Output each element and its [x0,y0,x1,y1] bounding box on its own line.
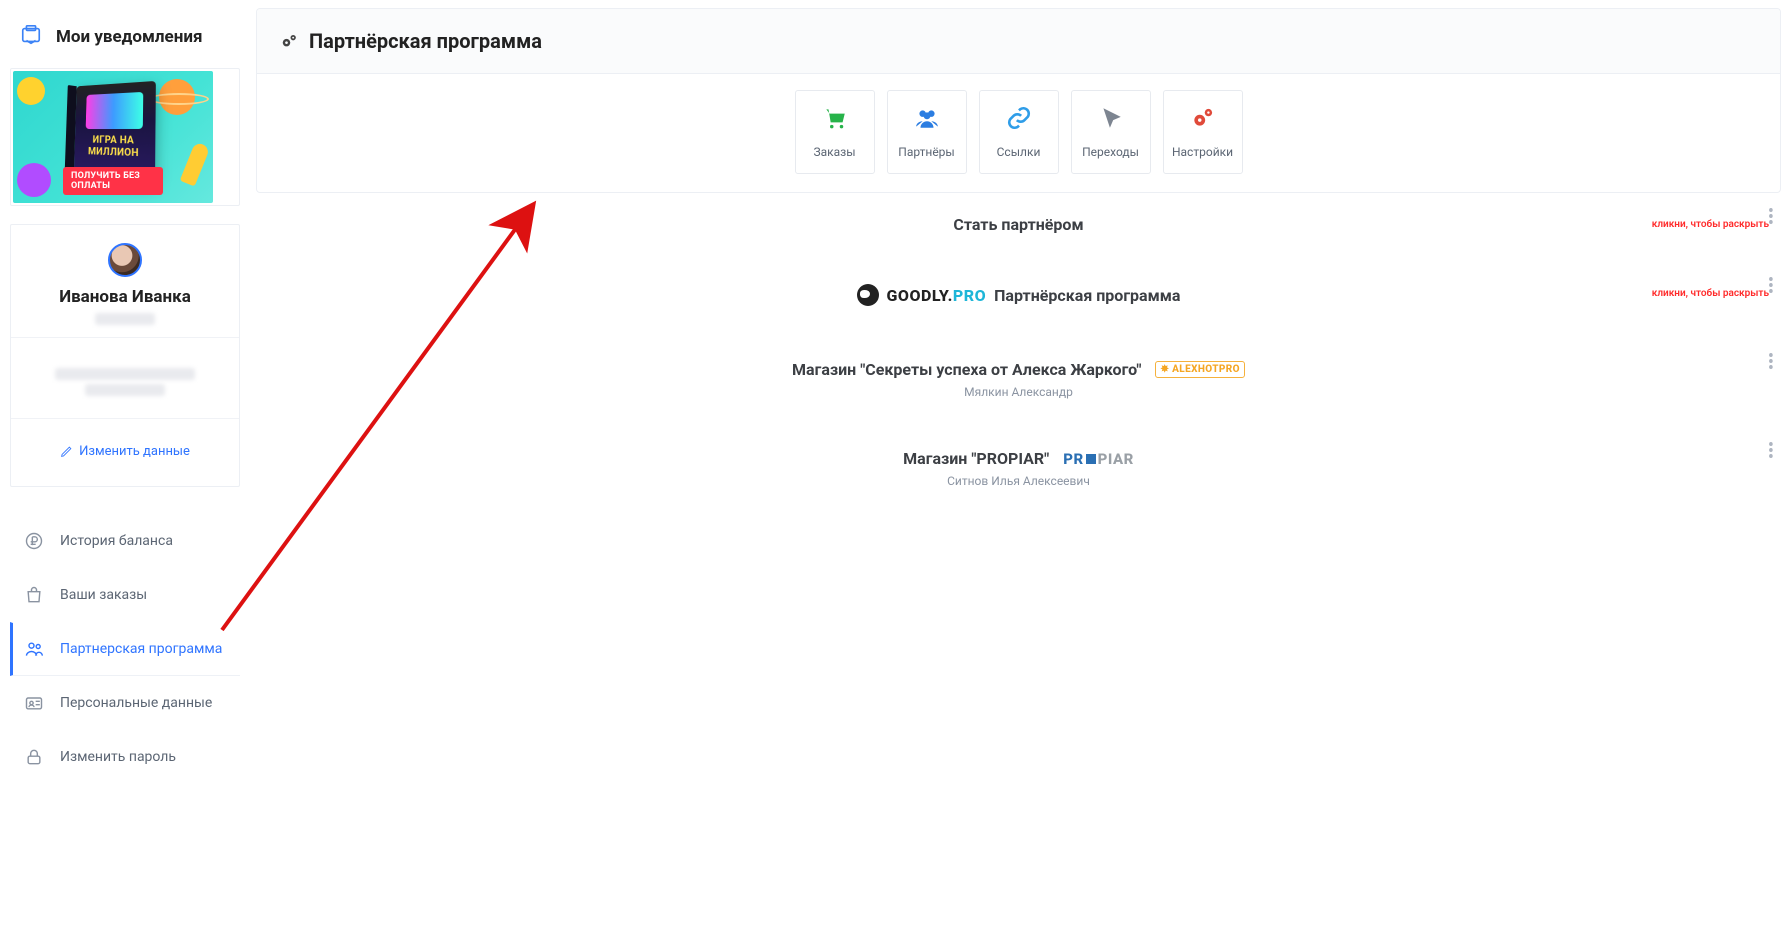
expand-hint: кликни, чтобы раскрыть [1652,288,1769,299]
sidebar: Мои уведомления ИГРА НА МИЛЛИОН ПОЛУЧИТЬ… [0,0,240,930]
tile-partners[interactable]: Партнёры [887,90,967,174]
section-propiar[interactable]: ••• Магазин "PROPIAR" PRPIAR Ситнов Илья… [256,427,1781,510]
tile-settings[interactable]: Настройки [1163,90,1243,174]
profile-card: Иванова Иванка Изменить данные [10,224,240,487]
gears-icon [279,31,299,51]
section-title: Стать партнёром [953,215,1083,234]
promo-cta-button[interactable]: ПОЛУЧИТЬ БЕЗ ОПЛАТЫ [63,167,163,195]
notifications-icon [20,24,42,50]
sidebar-item-label: Персональные данные [60,695,212,711]
section-subtitle: Мялкин Александр [286,385,1751,399]
link-icon [1006,105,1032,135]
sidebar-item-label: Партнерская программа [60,641,222,657]
section-title: GOODLY.PRO Партнёрская программа [857,284,1181,306]
profile-blurred-line [95,313,155,325]
sidebar-item-orders[interactable]: Ваши заказы [10,568,240,622]
tile-label: Переходы [1082,145,1139,159]
cursor-icon [1098,105,1124,135]
profile-blurred-line [55,368,195,380]
goodly-logo: GOODLY.PRO [887,286,987,305]
users-icon [914,105,940,135]
users-icon [24,639,44,659]
sidebar-item-personal[interactable]: Персональные данные [10,676,240,730]
expand-hint: кликни, чтобы раскрыть [1652,219,1769,230]
section-alex[interactable]: ••• Магазин "Секреты успеха от Алекса Жа… [256,338,1781,421]
edit-profile-link[interactable]: Изменить данные [60,444,190,459]
sidebar-item-label: Ваши заказы [60,587,147,603]
tile-label: Партнёры [898,145,954,159]
pencil-icon [60,445,73,458]
sidebar-item-password[interactable]: Изменить пароль [10,730,240,784]
sidebar-item-label: История баланса [60,533,173,549]
bag-icon [24,585,44,605]
sidebar-item-label: Изменить пароль [60,749,176,765]
section-goodly[interactable]: ••• GOODLY.PRO Партнёрская программа кли… [256,262,1781,332]
notifications-header[interactable]: Мои уведомления [10,10,240,68]
propiar-logo: PRPIAR [1063,450,1134,468]
tile-label: Ссылки [997,145,1041,159]
promo-banner[interactable]: ИГРА НА МИЛЛИОН ПОЛУЧИТЬ БЕЗ ОПЛАТЫ [10,68,240,206]
sidebar-item-balance[interactable]: История баланса [10,515,240,568]
tile-row: Заказы Партнёры Ссылки [257,74,1780,192]
lock-icon [24,747,44,767]
panel-header: Партнёрская программа [257,9,1780,74]
tile-label: Заказы [813,145,855,159]
profile-name: Иванова Иванка [19,287,231,307]
id-icon [24,693,44,713]
section-become-partner[interactable]: ••• Стать партнёром кликни, чтобы раскры… [256,193,1781,256]
section-title: Магазин "PROPIAR" PRPIAR [903,449,1134,468]
globe-icon [857,284,879,306]
section-subtitle: Ситнов Илья Алексеевич [286,474,1751,488]
tile-orders[interactable]: Заказы [795,90,875,174]
section-title: Магазин "Секреты успеха от Алекса Жарког… [792,360,1245,379]
avatar[interactable] [108,243,142,277]
notifications-title: Мои уведомления [56,27,203,47]
promo-box-text: ИГРА НА МИЛЛИОН [74,135,155,161]
cart-icon [822,105,848,135]
kebab-icon[interactable]: ••• [1764,439,1777,465]
page-title: Партнёрская программа [309,29,542,53]
gears-icon [1190,105,1216,135]
sidebar-item-partner[interactable]: Партнерская программа [10,622,240,676]
alexhotpro-badge: ALEXHOTPRO [1155,361,1245,378]
tile-links[interactable]: Ссылки [979,90,1059,174]
tile-label: Настройки [1172,145,1233,159]
profile-blurred-line [85,384,165,396]
kebab-icon[interactable]: ••• [1764,350,1777,376]
sidebar-nav: История баланса Ваши заказы Партнерская … [10,515,240,784]
partner-panel: Партнёрская программа Заказы Партнёры [256,8,1781,193]
ruble-icon [24,531,44,551]
tile-clicks[interactable]: Переходы [1071,90,1151,174]
main-content: Партнёрская программа Заказы Партнёры [240,0,1791,930]
